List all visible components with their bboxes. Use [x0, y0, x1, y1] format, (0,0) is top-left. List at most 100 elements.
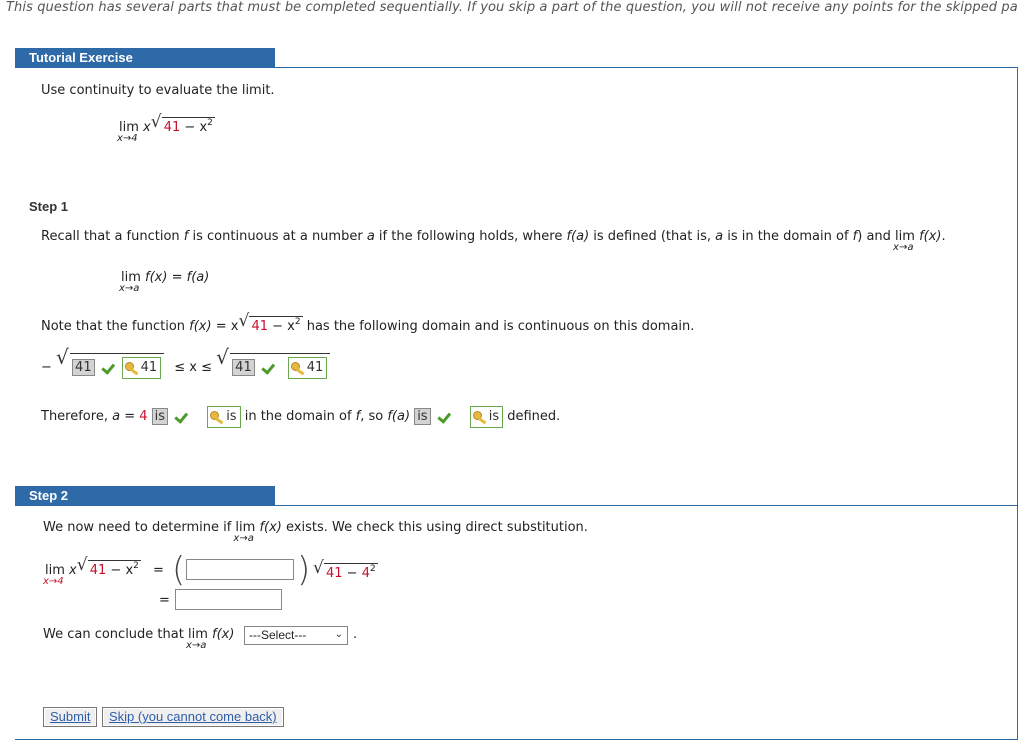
step2-header: Step 2	[15, 486, 275, 506]
lim-operator: lim x→a	[233, 520, 255, 544]
main-limit-expression: lim x→4 x √ 41 − x2	[117, 112, 215, 144]
key-answer-box[interactable]: is	[469, 406, 504, 428]
key-icon	[472, 411, 487, 421]
def-eq: =	[167, 270, 187, 285]
lim-subscript: x→4	[117, 133, 138, 144]
conclusion-period: .	[353, 627, 358, 642]
answer-box: 41	[232, 359, 255, 376]
recall-part: ) and	[857, 229, 896, 244]
recall-part: is defined (that is,	[589, 229, 716, 244]
substitution-input-2[interactable]	[175, 589, 282, 610]
radical-sign-icon: √	[56, 345, 69, 369]
check-icon	[259, 361, 272, 372]
radicand-number: 41	[251, 319, 268, 334]
sqrt: √ 41 41	[56, 345, 165, 379]
key-answer-box[interactable]: is	[207, 406, 241, 428]
radicand: 41 41	[230, 353, 331, 379]
x-var: x	[69, 563, 77, 578]
key-answer-text: 41	[306, 360, 324, 375]
lim-subscript: x→a	[119, 283, 140, 294]
tutorial-header: Tutorial Exercise	[15, 48, 275, 68]
answer-box: 41	[72, 359, 95, 376]
radicand: 41 − x2	[161, 117, 215, 135]
exponent: 2	[133, 561, 139, 571]
lim-operator: lim x→4	[43, 563, 65, 587]
defined-text: defined.	[503, 409, 561, 424]
radicand-rest: −	[342, 566, 362, 581]
key-answer-box[interactable]: 41	[287, 357, 328, 379]
radicand-number: 41	[89, 563, 107, 578]
key-answer-box[interactable]: 41	[121, 357, 162, 379]
therefore-row: Therefore, a = 4 is is in the domain of …	[41, 406, 560, 428]
note-part: Note that the function	[41, 319, 190, 334]
lim-subscript: x→4	[43, 576, 64, 587]
select-value: ---Select---	[249, 628, 307, 642]
radicand-rest: − x	[106, 563, 134, 578]
conclusion-select[interactable]: ---Select--- ⌄	[244, 626, 348, 645]
key-icon	[290, 362, 305, 372]
def-lhs: f(x)	[145, 270, 168, 285]
recall-fx: f(x)	[919, 229, 942, 244]
lim-operator: lim x→a	[119, 270, 141, 294]
equals-sign: =	[153, 563, 164, 578]
key-answer-text: 41	[140, 360, 158, 375]
recall-a: a	[715, 229, 724, 244]
radicand-four: 4	[361, 566, 370, 581]
substitution-lhs: lim x→4 x √ 41 − x2 =	[43, 555, 164, 587]
note-part: has the following domain and is continuo…	[302, 319, 695, 334]
intro-part: We now need to determine if	[43, 520, 236, 535]
instruction-text: Use continuity to evaluate the limit.	[41, 83, 275, 98]
recall-part: Recall that a function	[41, 229, 184, 244]
step1-title: Step 1	[29, 199, 69, 214]
check-icon	[172, 410, 185, 421]
radicand-number: 41	[326, 566, 343, 581]
a-var: a	[112, 409, 121, 424]
key-answer-text: is	[226, 409, 237, 424]
sqrt: √ 41 − x2	[77, 555, 141, 578]
sqrt: √ 41 − 42	[313, 558, 378, 581]
radicand: 41 41	[70, 353, 165, 379]
step1-recall-text: Recall that a function f is continuous a…	[41, 229, 946, 253]
submit-button[interactable]: Submit	[43, 707, 98, 727]
sqrt: √ 41 41	[216, 345, 331, 379]
radical-sign-icon: √	[150, 112, 162, 132]
skip-button[interactable]: Skip (you cannot come back)	[102, 707, 284, 727]
exponent: 2	[370, 564, 376, 574]
substitution-rhs: √ 41 − 42	[313, 558, 378, 581]
conclusion-text: We can conclude that lim x→a f(x)	[43, 627, 234, 651]
recall-fa: f(a)	[566, 229, 590, 244]
sqrt: √ 41 − x2	[238, 311, 303, 334]
left-paren: (	[172, 550, 186, 590]
radicand-rest: − x	[267, 319, 295, 334]
substitution-input-1[interactable]	[186, 559, 294, 580]
lim-operator: lim x→a	[893, 229, 915, 253]
exponent: 2	[207, 118, 213, 128]
note-fx: f(x)	[189, 319, 212, 334]
radicand-rest: − x	[180, 120, 208, 135]
step2-header-line	[275, 505, 1018, 506]
therefore-text: Therefore,	[41, 409, 113, 424]
radicand: 41 − x2	[249, 316, 303, 334]
radical-sign-icon: √	[216, 345, 229, 369]
chevron-down-icon: ⌄	[334, 629, 343, 640]
fa-text: f(a)	[387, 409, 411, 424]
radicand: 41 − x2	[87, 560, 141, 578]
note-eq: = x	[211, 319, 239, 334]
exponent: 2	[294, 317, 301, 327]
second-equals: =	[159, 593, 170, 608]
radical-sign-icon: √	[238, 311, 250, 331]
radicand-number: 41	[163, 120, 181, 135]
a-eq: =	[120, 409, 140, 424]
intro-fx: f(x)	[259, 520, 282, 535]
radicand: 41 − 42	[324, 563, 378, 581]
lim-subscript: x→a	[185, 640, 207, 651]
domain-row: − √ 41 41 ≤ x ≤ √ 41 41	[41, 345, 331, 379]
intro-part: exists. We check this using direct subst…	[281, 520, 588, 535]
check-icon	[435, 410, 448, 421]
note-text: Note that the function f(x) = x √ 41 − x2 …	[41, 311, 695, 334]
domain-text: , so	[360, 409, 388, 424]
radical-sign-icon: √	[313, 558, 324, 578]
check-icon	[99, 361, 112, 372]
sqrt: √ 41 − x2	[151, 112, 215, 135]
a-value: 4	[139, 409, 148, 424]
